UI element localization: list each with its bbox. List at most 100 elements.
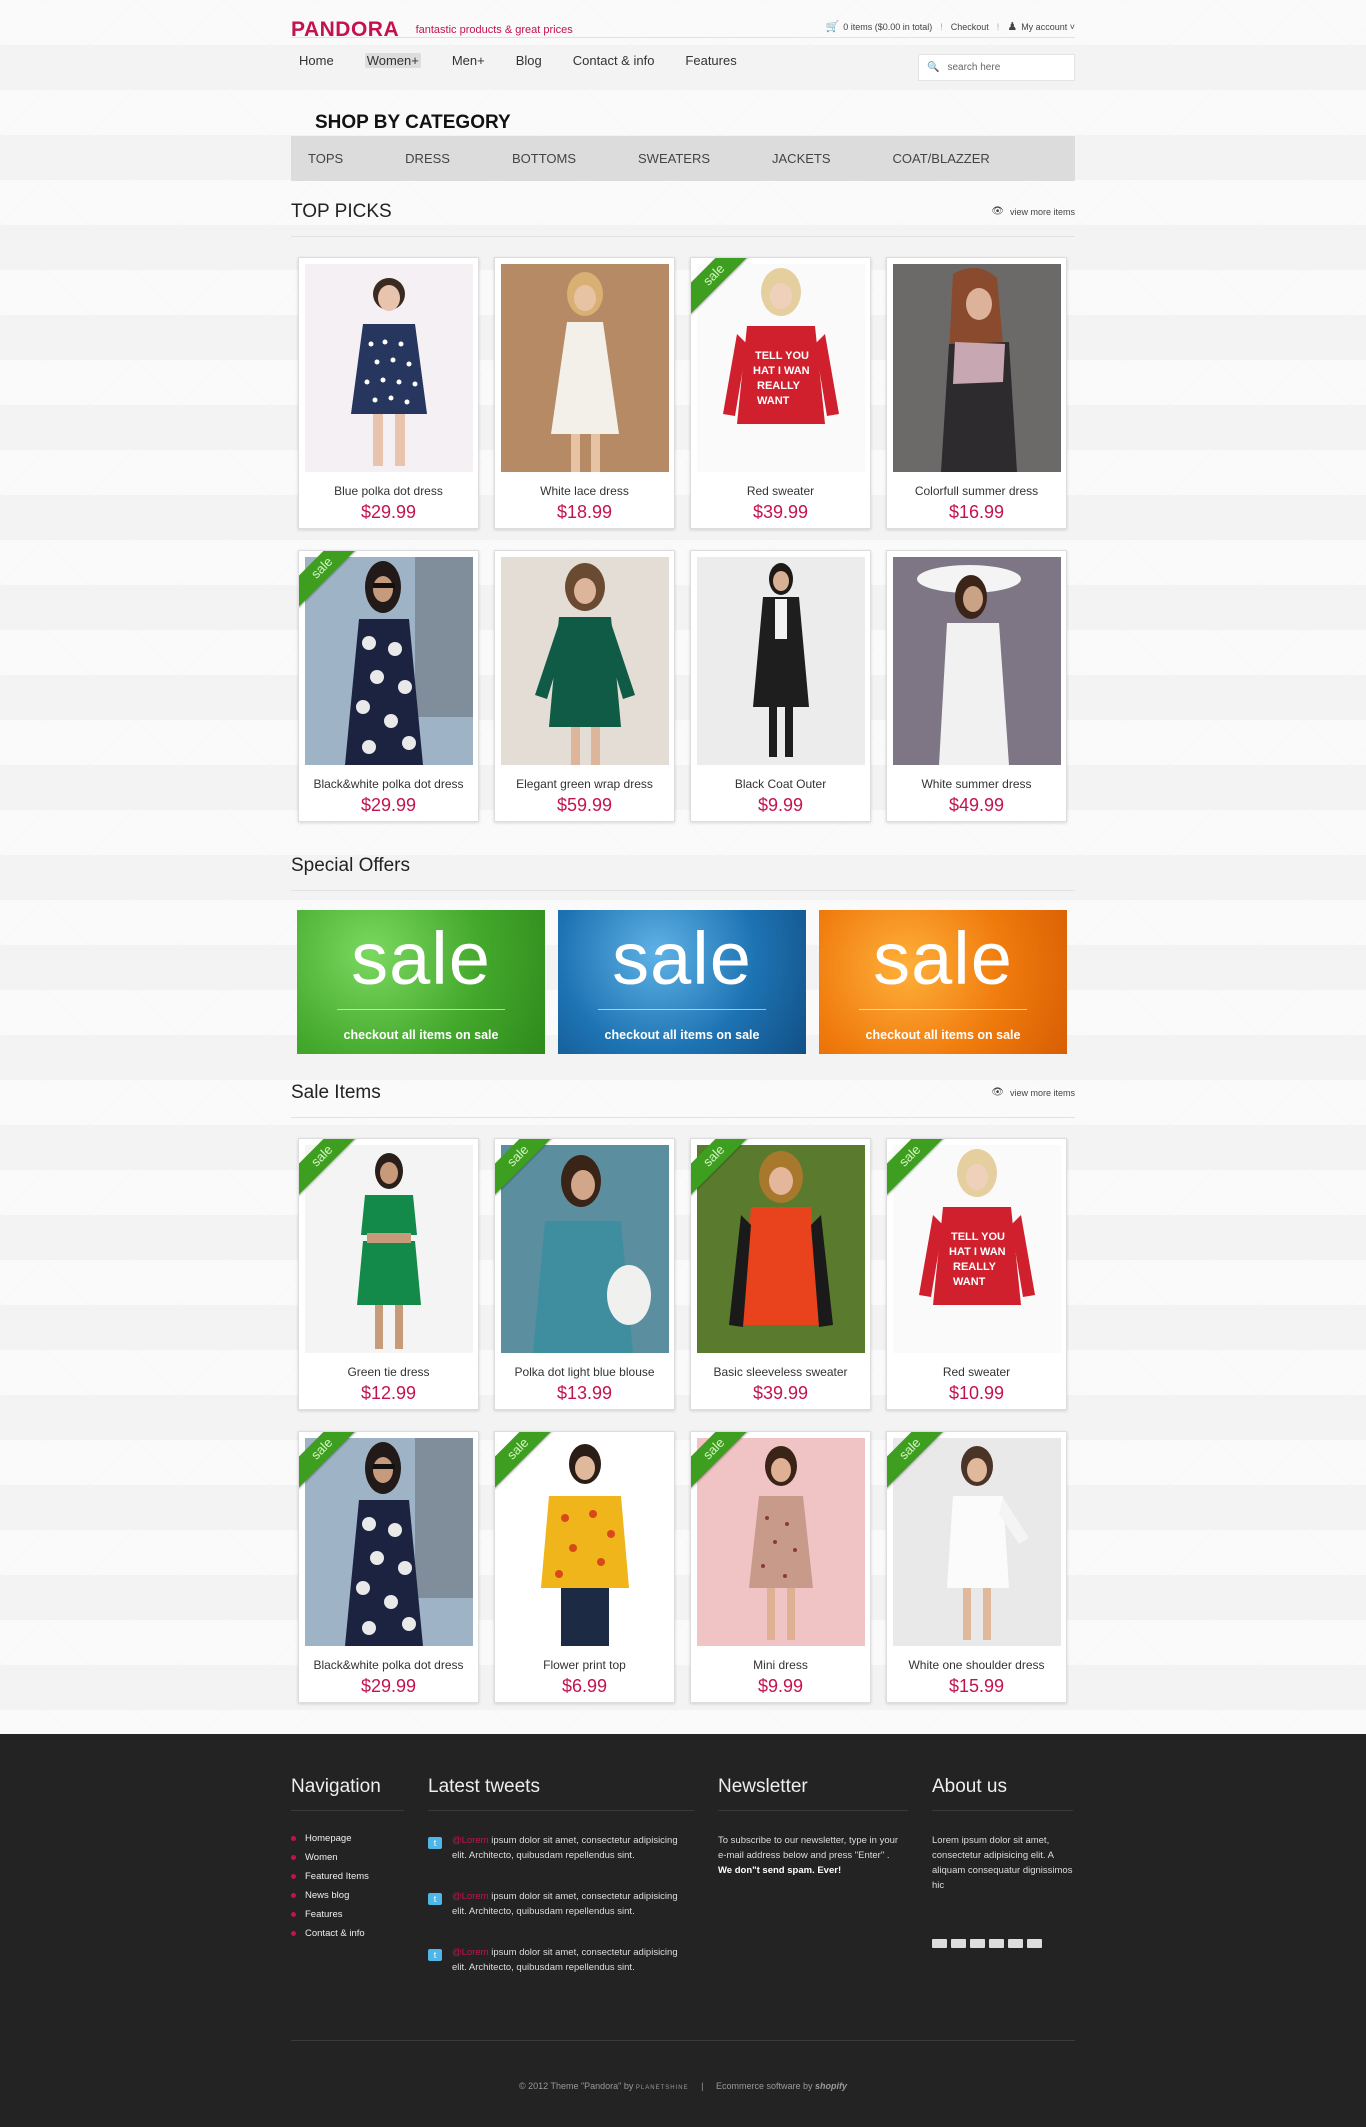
twitter-icon: t [428,1893,442,1905]
product-image[interactable] [697,1145,865,1353]
view-more-link[interactable]: 👁 view more items [991,1087,1075,1098]
product-card[interactable]: sale Mini dress $9.99 [690,1431,871,1703]
svg-text:WANT: WANT [953,1276,986,1288]
footer-link-featured[interactable]: Featured Items [291,1871,404,1882]
product-name[interactable]: Elegant green wrap dress [495,777,674,791]
sale-banner[interactable]: sale checkout all items on sale [297,910,545,1054]
nav-men[interactable]: Men+ [452,53,485,68]
product-image[interactable] [697,1438,865,1646]
category-dress[interactable]: DRESS [405,151,450,166]
product-image[interactable] [893,1438,1061,1646]
site-logo[interactable]: PANDORA [291,18,399,42]
product-card[interactable]: Elegant green wrap dress $59.99 [494,550,675,822]
designer-logo[interactable]: PLANETSHINE [636,2085,689,2091]
product-card[interactable]: White summer dress $49.99 [886,550,1067,822]
product-card[interactable]: sale Polka dot light blue blouse $13.99 [494,1138,675,1410]
product-image[interactable] [697,557,865,765]
account-link[interactable]: ♟ My account ˅ [1007,20,1075,33]
sale-banner-caption: checkout all items on sale [604,1028,760,1042]
product-name[interactable]: Flower print top [495,1658,674,1672]
product-image[interactable] [501,264,669,472]
product-card[interactable]: Blue polka dot dress $29.99 [298,257,479,529]
divider [859,1009,1027,1010]
product-card[interactable]: sale Basic sleeveless sweater $39.99 [690,1138,871,1410]
nav-blog[interactable]: Blog [516,53,542,68]
sale-banner[interactable]: sale checkout all items on sale [558,910,806,1054]
tweet-user[interactable]: @Lorem [452,1835,489,1846]
search-input[interactable]: 🔍 search here [918,54,1075,81]
footer-link-contact[interactable]: Contact & info [291,1928,404,1939]
product-card[interactable]: sale Flower print top $6.99 [494,1431,675,1703]
product-card[interactable]: sale Green tie dress $12.99 [298,1138,479,1410]
sale-banner-title: sale [612,917,752,1000]
product-image[interactable] [893,264,1061,472]
product-card[interactable]: sale TELL YOU HAT I WAN REALLY WANT Red swe… [886,1138,1067,1410]
product-card[interactable]: sale White one shoulder dress $15.99 [886,1431,1067,1703]
product-image[interactable] [305,1438,473,1646]
product-image[interactable] [305,1145,473,1353]
category-coat-blazzer[interactable]: COAT/BLAZZER [893,151,990,166]
cart-link[interactable]: 🛒 0 items ($0.00 in total) [826,20,933,33]
product-image[interactable]: TELL YOU HAT I WAN REALLY WANT [893,1145,1061,1353]
footer-about-title: About us [932,1776,1073,1811]
product-name[interactable]: Black Coat Outer [691,777,870,791]
svg-text:HAT I WAN: HAT I WAN [753,365,810,377]
product-card[interactable]: Black Coat Outer $9.99 [690,550,871,822]
product-name[interactable]: White summer dress [887,777,1066,791]
payment-icons [932,1939,1073,1948]
sale-banner[interactable]: sale checkout all items on sale [819,910,1067,1054]
product-card[interactable]: sale Black&white polka dot dress $29.99 [298,550,479,822]
shopify-logo[interactable]: shopify [815,2081,847,2091]
product-name[interactable]: Red sweater [887,1365,1066,1379]
product-image[interactable] [501,1438,669,1646]
footer-link-news-blog[interactable]: News blog [291,1890,404,1901]
product-name[interactable]: White lace dress [495,484,674,498]
nav-contact[interactable]: Contact & info [573,53,655,68]
product-price: $15.99 [948,1676,1005,1696]
category-title: SHOP BY CATEGORY [315,112,511,133]
product-price: $9.99 [757,795,804,815]
footer-link-women[interactable]: Women [291,1852,404,1863]
category-bottoms[interactable]: BOTTOMS [512,151,576,166]
nav-home[interactable]: Home [299,53,334,68]
product-image[interactable] [305,557,473,765]
nav-features[interactable]: Features [685,53,736,68]
product-name[interactable]: Red sweater [691,484,870,498]
product-card[interactable]: White lace dress $18.99 [494,257,675,529]
product-image[interactable]: TELL YOU HAT I WAN REALLY WANT [697,264,865,472]
product-name[interactable]: Polka dot light blue blouse [495,1365,674,1379]
product-name[interactable]: Green tie dress [299,1365,478,1379]
svg-text:WANT: WANT [757,395,790,407]
product-name[interactable]: Colorfull summer dress [887,484,1066,498]
product-name[interactable]: Basic sleeveless sweater [691,1365,870,1379]
maestro-icon [1008,1939,1023,1948]
view-more-link[interactable]: 👁 view more items [991,206,1075,217]
product-image[interactable] [501,557,669,765]
product-card[interactable]: sale Black&white polka dot dress $29.99 [298,1431,479,1703]
category-sweaters[interactable]: SWEATERS [638,151,710,166]
top-picks-title: TOP PICKS [291,200,392,222]
tweet-user[interactable]: @Lorem [452,1891,489,1902]
footer-navigation-title: Navigation [291,1776,404,1811]
category-tops[interactable]: TOPS [308,151,343,166]
product-image[interactable] [501,1145,669,1353]
product-name[interactable]: Mini dress [691,1658,870,1672]
category-jackets[interactable]: JACKETS [772,151,831,166]
product-image[interactable] [893,557,1061,765]
product-image[interactable] [305,264,473,472]
product-name[interactable]: White one shoulder dress [887,1658,1066,1672]
footer-link-homepage[interactable]: Homepage [291,1833,404,1844]
tweet-user[interactable]: @Lorem [452,1947,489,1958]
checkout-link[interactable]: Checkout [951,22,989,32]
product-price: $6.99 [561,1676,608,1696]
product-card[interactable]: Colorfull summer dress $16.99 [886,257,1067,529]
site-tagline: fantastic products & great prices [415,24,573,36]
footer-tweets-title: Latest tweets [428,1776,694,1811]
product-price: $29.99 [360,502,417,522]
product-name[interactable]: Black&white polka dot dress [299,1658,478,1672]
nav-women[interactable]: Women+ [364,53,421,68]
product-name[interactable]: Blue polka dot dress [299,484,478,498]
product-card[interactable]: sale TELL YOU HAT I WAN REALLY WANT Red swe… [690,257,871,529]
footer-link-features[interactable]: Features [291,1909,404,1920]
product-name[interactable]: Black&white polka dot dress [299,777,478,791]
